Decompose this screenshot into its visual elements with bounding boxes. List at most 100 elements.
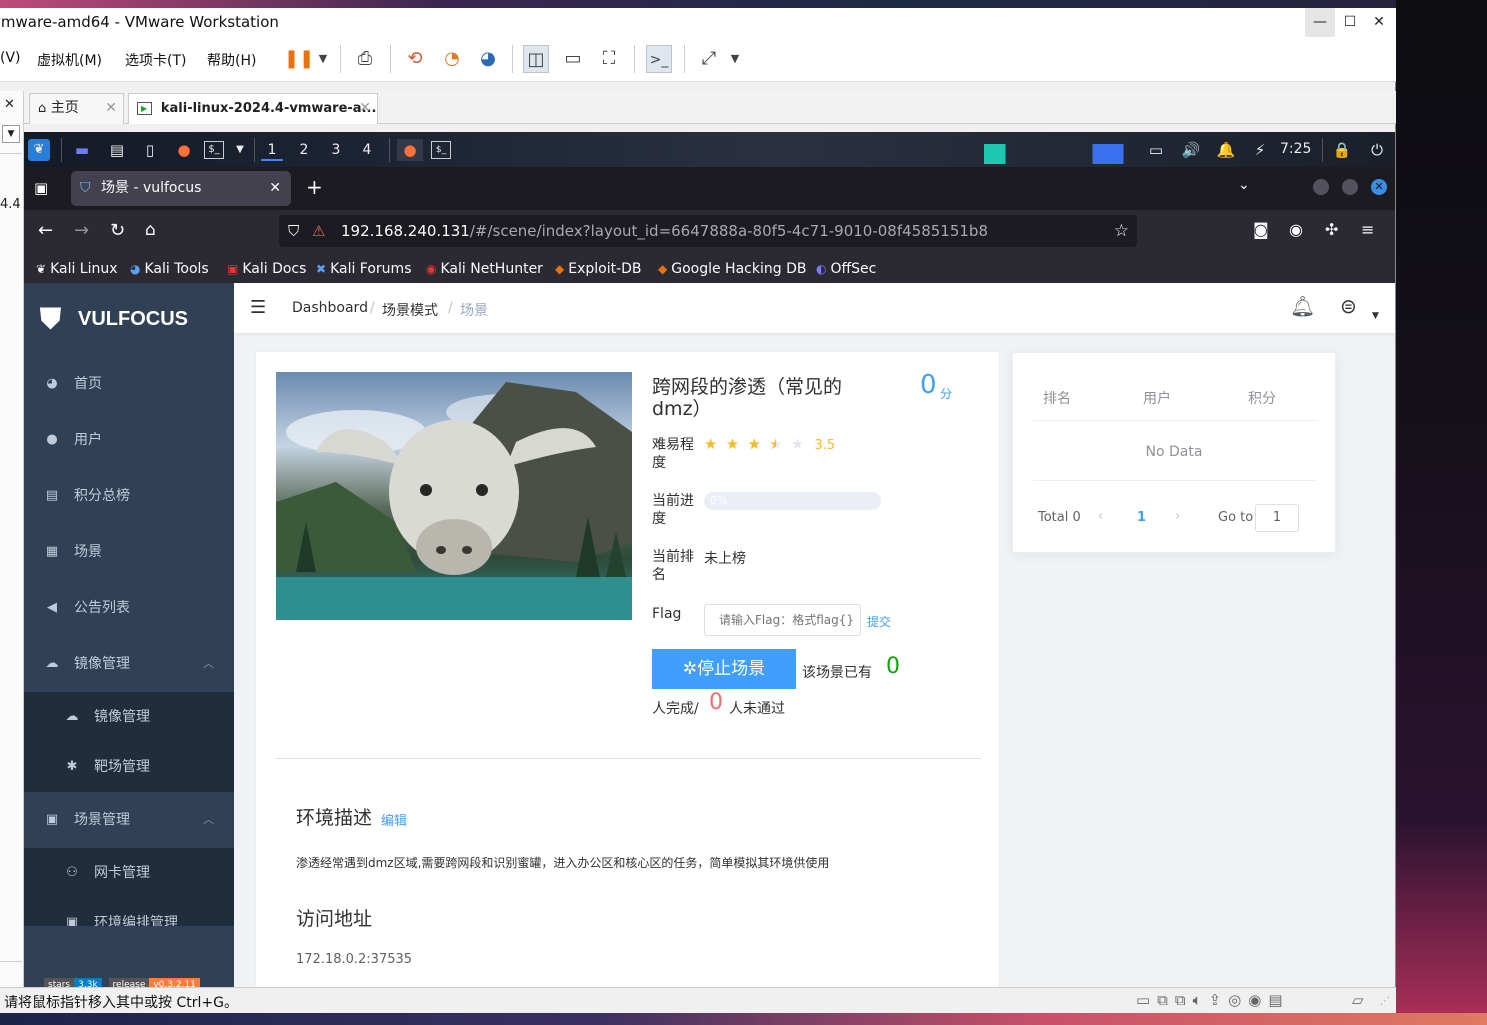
send-keys-icon[interactable]: ⎙ [352,45,378,73]
close-library-icon[interactable]: ✕ [4,97,15,112]
terminal-task-icon[interactable]: $_ [431,141,451,159]
menu-view[interactable]: (V) [0,50,21,66]
sidebar-item-announcements[interactable]: ◀ 公告列表 [24,580,234,636]
home-icon[interactable]: ⌂ [145,220,156,240]
close-circle-button[interactable]: ✕ [1371,179,1387,195]
menu-tabs[interactable]: 选项卡(T) [125,50,186,70]
lock-icon[interactable]: 🔒 [1331,139,1353,161]
close-browser-tab-icon[interactable]: ✕ [269,171,281,206]
minimize-button[interactable]: — [1305,8,1335,37]
sidebar-item-home[interactable]: ◕ 首页 [24,356,234,412]
terminal-icon[interactable]: $_ [204,141,224,159]
bookmark-exploit-db[interactable]: ◆ Exploit-DB [555,259,642,279]
menu-vm[interactable]: 虚拟机(M) [37,50,102,70]
bookmark-kali-linux[interactable]: ❦ Kali Linux [36,259,118,279]
maximize-circle-button[interactable] [1342,179,1358,195]
caret-down-icon[interactable]: ▼ [1372,311,1379,321]
extensions-icon[interactable]: ✣ [1325,220,1338,239]
logout-icon[interactable]: ⏻ [1366,139,1388,161]
sidebar-sub-orchestration[interactable]: ▣ 环境编排管理 [24,898,234,926]
breadcrumb-scene-mode[interactable]: 场景模式 [382,300,438,320]
flag-input[interactable] [704,604,861,636]
back-icon[interactable]: ← [38,220,53,241]
access-address[interactable]: 172.18.0.2:37535 [296,952,412,967]
workspace-3[interactable]: 3 [325,139,347,161]
edit-link[interactable]: 编辑 [381,810,407,829]
avatar[interactable]: ⊜ [1340,294,1357,318]
workspace-4[interactable]: 4 [356,139,378,161]
tab-list-icon[interactable]: ▣ [34,179,48,197]
breadcrumb-dashboard[interactable]: Dashboard [292,300,368,316]
hamburger-icon[interactable]: ☰ [250,297,266,318]
battery-icon[interactable]: ⚡ [1249,139,1271,161]
fullscreen-icon[interactable]: ⛶ [596,45,622,73]
firefox-task-icon[interactable]: ● [397,139,423,161]
pause-icon[interactable]: ❚❚ [284,45,314,73]
tab-kali-vm[interactable]: ▶ kali-linux-2024.4-vmware-a... ✕ [128,93,378,124]
kali-menu-icon[interactable]: ❦ [28,139,50,161]
minimize-circle-button[interactable] [1313,179,1329,195]
account-icon[interactable]: ◉ [1289,220,1303,239]
sidebar-item-leaderboard[interactable]: ▤ 积分总榜 [24,468,234,524]
workspace-2[interactable]: 2 [293,139,315,161]
sidebar-item-scenes[interactable]: ▦ 场景 [24,524,234,580]
browser-tab[interactable]: ⛉ 场景 - vulfocus ✕ [71,171,291,206]
terminal-dropdown-icon[interactable]: ▼ [229,139,251,161]
new-tab-button[interactable]: + [306,175,323,199]
snapshot-manager-icon[interactable]: ◕ [475,45,501,73]
firefox-icon[interactable]: ● [173,139,195,161]
next-page-icon[interactable]: › [1175,509,1180,524]
vm-display[interactable]: ❦ ▬ ▤ ▯ ● $_ ▼ 1 2 3 4 ● $_ ▭ 🔊 🔔 ⚡ 7:25… [24,132,1395,994]
library-dropdown-icon[interactable]: ▼ [2,125,20,143]
submit-flag-button[interactable]: 提交 [867,613,891,630]
console-view-icon[interactable]: >_ [646,45,672,73]
tabs-view-icon[interactable]: ▭ [560,45,586,73]
bookmark-kali-nethunter[interactable]: ◉ Kali NetHunter [426,259,543,279]
tab-home[interactable]: ⌂ 主页 ✕ [29,93,124,124]
forward-icon[interactable]: → [74,220,89,241]
menu-help[interactable]: 帮助(H) [207,50,256,70]
url-bar[interactable]: ⛉ ⚠ 192.168.240.131/#/scene/index?layout… [279,215,1137,247]
file-manager-icon[interactable]: ▤ [106,139,128,161]
resize-grip-icon[interactable]: ⋰ [1380,996,1390,1007]
close-tab-icon[interactable]: ✕ [105,94,117,123]
bookmark-offsec[interactable]: ◐ OffSec [816,259,876,279]
snapshot-icon[interactable]: ⟲ [402,45,428,73]
panel-clock[interactable]: 7:25 [1280,141,1311,157]
stretch-dropdown-icon[interactable]: ▼ [722,45,748,73]
tracking-shield-icon[interactable]: ⛉ [288,215,299,247]
bookmark-kali-tools[interactable]: ◕ Kali Tools [130,259,209,279]
vulfocus-logo[interactable]: ⛊ VULFOCUS [40,301,230,337]
close-window-button[interactable]: ✕ [1364,8,1394,37]
text-editor-icon[interactable]: ▯ [139,139,161,161]
bookmark-kali-docs[interactable]: ▣ Kali Docs [227,259,306,279]
sidebar-sub-nic-management[interactable]: ⚇ 网卡管理 [24,848,234,898]
sidebar-item-scene-management[interactable]: ▣ 场景管理 ︿ [24,792,234,848]
bookmark-kali-forums[interactable]: ✖ Kali Forums [316,259,412,279]
message-log-icon[interactable]: ▱ [1352,991,1364,1009]
stop-scene-button[interactable]: ✲停止场景 [652,649,796,689]
workspace-1[interactable]: 1 [261,139,283,161]
bell-icon[interactable]: 🔔︎ [1290,294,1315,318]
pause-dropdown-icon[interactable]: ▼ [310,45,336,73]
revert-snapshot-icon[interactable]: ◔ [439,45,465,73]
sidebar-sub-image-management[interactable]: ☁ 镜像管理 [24,692,234,742]
close-tab-icon[interactable]: ✕ [359,94,371,123]
device-status-icons[interactable]: ▭⧉⧉🔈︎⇪◎◉▤ [1136,991,1290,1009]
maximize-button[interactable]: ☐ [1335,8,1365,37]
pocket-icon[interactable]: ◙ [1253,220,1269,239]
notifications-icon[interactable]: 🔔 [1215,139,1237,161]
stretch-icon[interactable]: ⤢ [696,45,722,73]
pagination-page[interactable]: 1 [1137,510,1146,525]
goto-input[interactable]: 1 [1255,504,1299,532]
library-view-icon[interactable]: ◫ [523,45,549,73]
bookmark-google-hacking-db[interactable]: ◆ Google Hacking DB [658,259,806,279]
display-icon[interactable]: ▭ [1145,139,1167,161]
workspace-preview-icon[interactable]: ▬ [71,139,93,161]
app-menu-icon[interactable]: ≡ [1361,220,1374,239]
insecure-lock-icon[interactable]: ⚠ [312,215,325,247]
reload-icon[interactable]: ↻ [110,220,125,241]
sidebar-sub-range-management[interactable]: ✱ 靶场管理 [24,742,234,792]
bookmark-star-icon[interactable]: ☆ [1114,215,1129,247]
list-all-tabs-icon[interactable]: ⌄ [1238,177,1250,193]
